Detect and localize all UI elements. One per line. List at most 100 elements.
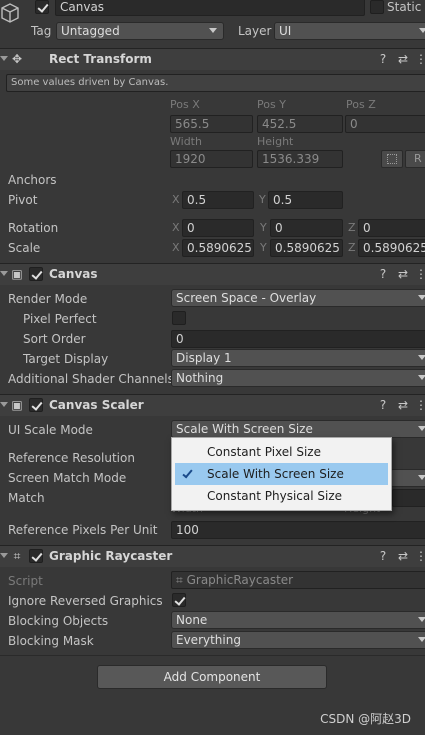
screen-match-mode-dropdown[interactable]	[390, 469, 425, 487]
layer-value: UI	[279, 24, 292, 38]
foldout-arrow-icon[interactable]	[0, 553, 8, 558]
blocking-mask-label: Blocking Mask	[8, 634, 94, 648]
pivot-x-label: X	[172, 193, 180, 206]
menu-icon[interactable]: ⋮	[414, 398, 425, 412]
object-name-field[interactable]: Canvas	[55, 0, 365, 16]
blueprint-mode-button[interactable]	[381, 150, 403, 168]
gameobject-active-checkbox[interactable]	[35, 0, 49, 14]
presets-icon[interactable]: ⇄	[396, 398, 410, 412]
scale-z-field[interactable]: 0.5890625	[358, 239, 425, 257]
menu-icon[interactable]: ⋮	[414, 267, 425, 281]
pos-y-label: Pos Y	[257, 98, 286, 111]
reference-resolution-label: Reference Resolution	[8, 451, 135, 465]
ignore-reversed-graphics-checkbox[interactable]	[172, 593, 186, 607]
chevron-down-icon	[418, 375, 425, 380]
rect-transform-header[interactable]: ✥ Rect Transform ? ⇄ ⋮	[0, 48, 425, 70]
help-icon[interactable]: ?	[376, 549, 390, 563]
popup-option-constant-physical-size[interactable]: Constant Physical Size	[175, 485, 388, 507]
pos-y-field: 452.5	[257, 115, 343, 133]
pivot-label: Pivot	[8, 193, 38, 207]
chevron-down-icon	[418, 295, 425, 300]
match-slider-field[interactable]	[392, 489, 425, 507]
sort-order-field[interactable]: 0	[171, 330, 425, 348]
ui-scale-mode-label: UI Scale Mode	[8, 423, 93, 437]
foldout-arrow-icon[interactable]	[0, 271, 8, 276]
graphic-raycaster-enabled-checkbox[interactable]	[29, 549, 43, 563]
rect-transform-icon: ✥	[11, 52, 23, 66]
add-component-button[interactable]: Add Component	[97, 665, 327, 689]
rotation-label: Rotation	[8, 221, 59, 235]
static-checkbox[interactable]	[370, 0, 384, 14]
layer-dropdown[interactable]: UI	[274, 22, 425, 40]
pos-x-field: 565.5	[170, 115, 253, 133]
raw-edit-button[interactable]: R	[405, 150, 425, 168]
canvas-enabled-checkbox[interactable]	[29, 267, 43, 281]
shader-channels-dropdown[interactable]: Nothing	[171, 369, 425, 387]
chevron-down-icon	[418, 355, 425, 360]
scale-x-field[interactable]: 0.5890625	[182, 239, 254, 257]
ui-scale-mode-value: Scale With Screen Size	[176, 422, 313, 436]
script-label: Script	[8, 574, 43, 588]
rect-transform-title: Rect Transform	[49, 52, 152, 66]
blocking-mask-dropdown[interactable]: Everything	[171, 631, 425, 649]
rotation-x-field[interactable]: 0	[182, 219, 254, 237]
pixel-perfect-label: Pixel Perfect	[23, 312, 97, 326]
presets-icon[interactable]: ⇄	[396, 267, 410, 281]
ui-scale-mode-dropdown[interactable]: Scale With Screen Size	[171, 420, 425, 438]
help-icon[interactable]: ?	[376, 52, 390, 66]
ignore-reversed-graphics-label: Ignore Reversed Graphics	[8, 594, 163, 608]
gameobject-icon	[0, 2, 20, 32]
pos-z-label: Pos Z	[346, 98, 376, 111]
ref-pixels-per-unit-field[interactable]: 100	[171, 521, 425, 539]
rotation-y-label: Y	[260, 221, 267, 234]
shader-channels-label: Additional Shader Channels	[8, 372, 174, 386]
canvas-header[interactable]: ▣ Canvas ? ⇄ ⋮	[0, 263, 425, 285]
blocking-objects-dropdown[interactable]: None	[171, 611, 425, 629]
scale-label: Scale	[8, 241, 41, 255]
target-display-label: Target Display	[23, 352, 109, 366]
presets-icon[interactable]: ⇄	[396, 549, 410, 563]
canvas-component-icon: ▣	[11, 267, 23, 281]
render-mode-label: Render Mode	[8, 292, 88, 306]
render-mode-dropdown[interactable]: Screen Space - Overlay	[171, 289, 425, 307]
checkmark-icon	[182, 467, 193, 479]
chevron-down-icon	[209, 28, 217, 33]
menu-icon[interactable]: ⋮	[414, 52, 425, 66]
scale-y-field[interactable]: 0.5890625	[270, 239, 343, 257]
chevron-down-icon	[418, 426, 425, 431]
ui-scale-mode-popup: Constant Pixel Size Scale With Screen Si…	[171, 437, 392, 511]
anchors-foldout[interactable]: Anchors	[8, 173, 57, 187]
rotation-z-label: Z	[348, 221, 356, 234]
script-field: ⌗ GraphicRaycaster	[171, 571, 425, 589]
chevron-down-icon	[419, 28, 425, 33]
static-label[interactable]: Static	[387, 0, 421, 14]
canvas-scaler-enabled-checkbox[interactable]	[29, 398, 43, 412]
pos-z-field[interactable]: 0	[345, 115, 425, 133]
popup-option-constant-pixel-size[interactable]: Constant Pixel Size	[175, 441, 388, 463]
chevron-down-icon	[418, 637, 425, 642]
foldout-arrow-icon[interactable]	[0, 56, 8, 61]
target-display-dropdown[interactable]: Display 1	[171, 349, 425, 367]
graphic-raycaster-title: Graphic Raycaster	[49, 549, 173, 563]
height-field: 1536.339	[257, 150, 343, 168]
match-label: Match	[8, 491, 45, 505]
blocking-objects-label: Blocking Objects	[8, 614, 109, 628]
help-icon[interactable]: ?	[376, 267, 390, 281]
render-mode-value: Screen Space - Overlay	[176, 291, 317, 305]
rotation-y-field[interactable]: 0	[270, 219, 343, 237]
blocking-objects-value: None	[176, 613, 208, 627]
foldout-arrow-icon[interactable]	[0, 402, 8, 407]
pixel-perfect-checkbox[interactable]	[172, 311, 186, 325]
rotation-z-field[interactable]: 0	[358, 219, 425, 237]
presets-icon[interactable]: ⇄	[396, 52, 410, 66]
tag-dropdown[interactable]: Untagged	[56, 22, 224, 40]
pivot-y-field[interactable]: 0.5	[268, 191, 343, 209]
menu-icon[interactable]: ⋮	[414, 549, 425, 563]
canvas-scaler-header[interactable]: ▣ Canvas Scaler ? ⇄ ⋮	[0, 394, 425, 416]
help-icon[interactable]: ?	[376, 398, 390, 412]
pivot-y-label: Y	[259, 193, 266, 206]
tag-label: Tag	[31, 24, 52, 38]
pivot-x-field[interactable]: 0.5	[182, 191, 254, 209]
popup-option-scale-with-screen-size[interactable]: Scale With Screen Size	[175, 463, 388, 485]
graphic-raycaster-header[interactable]: ⌗ Graphic Raycaster ? ⇄ ⋮	[0, 545, 425, 567]
